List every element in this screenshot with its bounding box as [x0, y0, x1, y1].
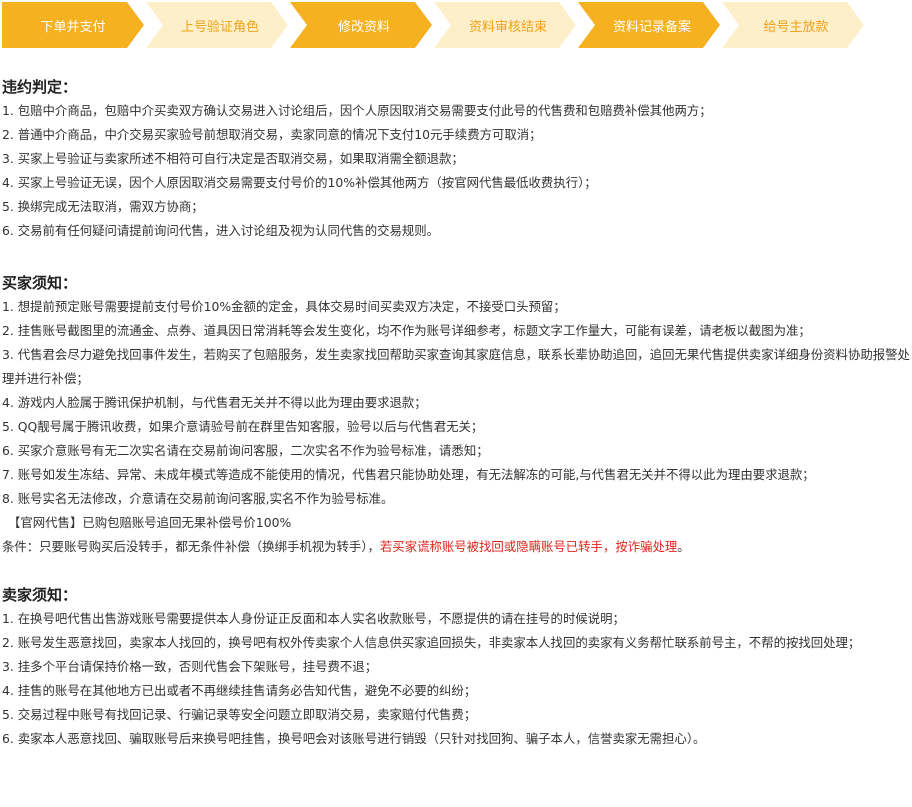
list-item: 6. 卖家本人恶意找回、骗取账号后来换号吧挂售，换号吧会对该账号进行销毁（只针对… [2, 731, 706, 746]
step-verify: 上号验证角色 [146, 2, 288, 48]
step-pay: 下单并支付 [2, 2, 144, 48]
list-item: 6. 买家介意账号有无二次实名请在交易前询问客服，二次实名不作为验号标准，请悉知… [2, 443, 489, 458]
seller-section: 卖家须知： 1. 在换号吧代售出售游戏账号需要提供本人身份证正反面和本人实名收款… [0, 583, 912, 751]
guarantee-condition: 条件：只要账号购买后没转手，都无条件补偿（换绑手机视为转手），若买家谎称账号被找… [2, 539, 690, 554]
list-item: 1. 在换号吧代售出售游戏账号需要提供本人身份证正反面和本人实名收款账号，不愿提… [2, 611, 625, 626]
list-item: 5. 交易过程中账号有找回记录、行骗记录等安全问题立即取消交易，卖家赔付代售费； [2, 707, 477, 722]
step-modify: 修改资料 [290, 2, 432, 48]
list-item: 1. 包赔中介商品，包赔中介买卖双方确认交易进入讨论组后，因个人原因取消交易需要… [2, 103, 712, 118]
fraud-warning: 若买家谎称账号被找回或隐瞒账号已转手，按诈骗处理 [379, 539, 678, 554]
list-item: 4. 游戏内人脸属于腾讯保护机制，与代售君无关并不得以此为理由要求退款； [2, 395, 427, 410]
violation-title: 违约判定： [2, 78, 78, 96]
list-item: 4. 挂售的账号在其他地方已出或者不再继续挂售请务必告知代售，避免不必要的纠纷； [2, 683, 477, 698]
list-item: 3. 买家上号验证与卖家所述不相符可自行决定是否取消交易，如果取消需全额退款； [2, 151, 464, 166]
step-record: 资料记录备案 [578, 2, 720, 48]
violation-section: 违约判定： 1. 包赔中介商品，包赔中介买卖双方确认交易进入讨论组后，因个人原因… [0, 75, 912, 243]
guarantee-highlight: 【官网代售】已购包赔账号追回无果补偿号价100% [8, 515, 292, 530]
buyer-list: 1. 想提前预定账号需要提前支付号价10%金额的定金，具体交易时间买卖双方决定，… [2, 295, 912, 511]
list-item: 2. 账号发生恶意找回，卖家本人找回的，换号吧有权外传卖家个人信息供买家追回损失… [2, 635, 861, 650]
list-item: 1. 想提前预定账号需要提前支付号价10%金额的定金，具体交易时间买卖双方决定，… [2, 299, 566, 314]
list-item: 8. 账号实名无法修改，介意请在交易前询问客服,实名不作为验号标准。 [2, 491, 394, 506]
step-payout: 给号主放款 [722, 2, 864, 48]
list-item: 5. 换绑完成无法取消，需双方协商； [2, 199, 204, 214]
violation-list: 1. 包赔中介商品，包赔中介买卖双方确认交易进入讨论组后，因个人原因取消交易需要… [2, 99, 912, 243]
list-item: 6. 交易前有任何疑问请提前询问代售，进入讨论组及视为认同代售的交易规则。 [2, 223, 440, 238]
step-review: 资料审核结束 [434, 2, 576, 48]
list-item: 2. 普通中介商品，中介交易买家验号前想取消交易，卖家同意的情况下支付10元手续… [2, 127, 542, 142]
list-item: 3. 挂多个平台请保持价格一致，否则代售会下架账号，挂号费不退； [2, 659, 378, 674]
list-item: 5. QQ靓号属于腾讯收费，如果介意请验号前在群里告知客服，验号以后与代售君无关… [2, 419, 484, 434]
seller-list: 1. 在换号吧代售出售游戏账号需要提供本人身份证正反面和本人实名收款账号，不愿提… [2, 607, 912, 751]
buyer-section: 买家须知： 1. 想提前预定账号需要提前支付号价10%金额的定金，具体交易时间买… [0, 271, 912, 559]
buyer-title: 买家须知： [2, 274, 78, 292]
process-steps: 下单并支付 上号验证角色 修改资料 资料审核结束 资料记录备案 给号主放款 [2, 2, 912, 48]
list-item: 7. 账号如发生冻结、异常、未成年模式等造成不能使用的情况，代售君只能协助处理，… [2, 467, 815, 482]
list-item: 4. 买家上号验证无误，因个人原因取消交易需要支付号价的10%补偿其他两方（按官… [2, 175, 597, 190]
seller-title: 卖家须知： [2, 586, 78, 604]
list-item: 3. 代售君会尽力避免找回事件发生，若购买了包赔服务，发生卖家找回帮助买家查询其… [2, 347, 910, 386]
list-item: 2. 挂售账号截图里的流通金、点券、道具因日常消耗等会发生变化，均不作为账号详细… [2, 323, 811, 338]
